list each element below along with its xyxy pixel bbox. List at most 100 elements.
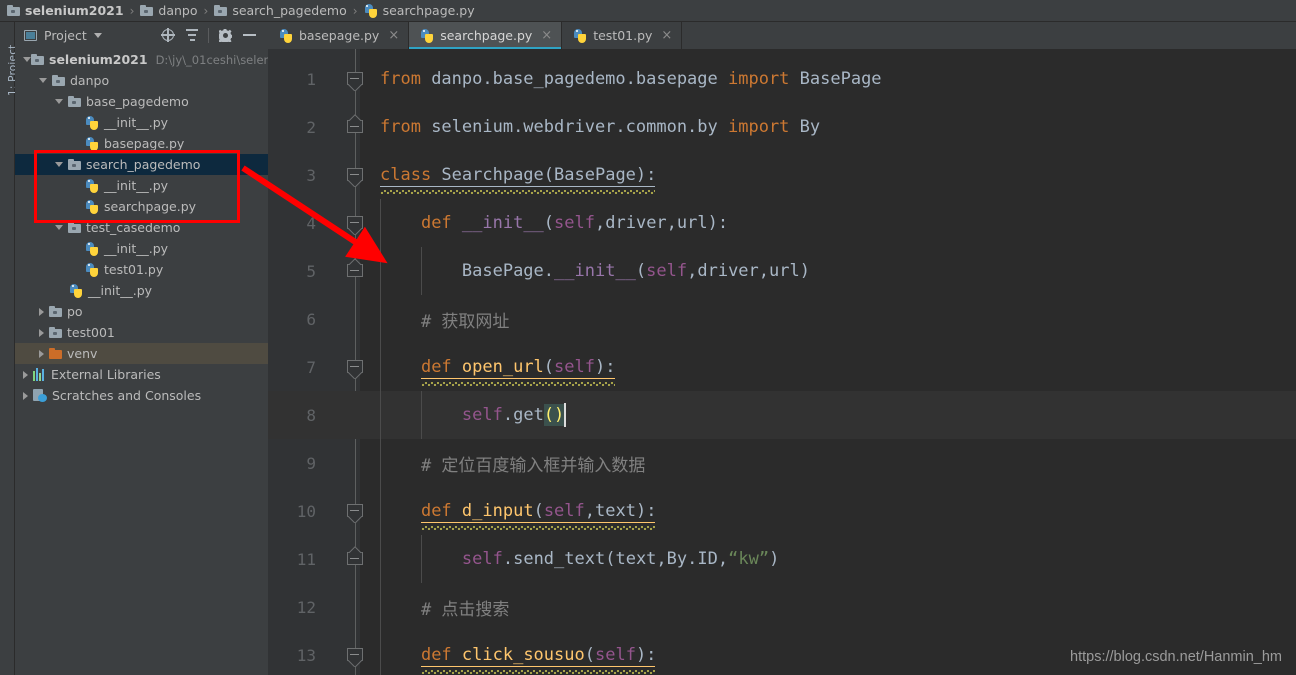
python-file-icon — [573, 28, 587, 43]
code-token: . — [502, 405, 514, 425]
tree-row---init---py[interactable]: __init__.py — [15, 112, 268, 133]
chevron-right-icon[interactable] — [39, 307, 44, 316]
code-token: import — [728, 69, 800, 89]
chevron-down-icon[interactable] — [55, 225, 63, 230]
code-line[interactable]: 11 self. send_text(text, By.ID, “kw”) — [268, 535, 1296, 583]
tree-row-searchpage-py[interactable]: searchpage.py — [15, 196, 268, 217]
code-token: self — [554, 357, 595, 377]
signature-underline — [420, 378, 615, 379]
folder-orange-icon — [49, 348, 62, 359]
tree-row-external-libraries[interactable]: External Libraries — [15, 364, 268, 385]
tree-row-label: __init__.py — [104, 241, 169, 256]
code-line[interactable]: 10 def d_input(self, text): — [268, 487, 1296, 535]
project-panel-toolbar: Project — [15, 22, 268, 48]
code-token: self — [554, 213, 595, 233]
editor-tab-test01-py[interactable]: test01.py × — [562, 22, 683, 49]
tree-row-label: External Libraries — [51, 367, 161, 382]
tree-row-danpo[interactable]: danpo — [15, 70, 268, 91]
project-tree[interactable]: selenium2021 D:\jy\_01ceshi\seleniur danpo… — [15, 49, 286, 406]
code-line[interactable]: 5 BasePage. __init__(self, driver, url) — [268, 247, 1296, 295]
breadcrumb-item-search-pagedemo[interactable]: search_pagedemo — [214, 3, 347, 18]
editor-tab-searchpage-py[interactable]: searchpage.py × — [409, 22, 563, 49]
toolbar-divider — [208, 27, 209, 43]
tree-row-test-casedemo[interactable]: test_casedemo — [15, 217, 268, 238]
code-line[interactable]: 6 # 获取网址 — [268, 295, 1296, 343]
code-line[interactable]: 2 from selenium.webdriver.common.by impor… — [268, 103, 1296, 151]
editor-area: basepage.py × searchpage.py × test01.py × 1 fr… — [268, 22, 1296, 675]
chevron-down-icon[interactable] — [23, 57, 31, 62]
gear-icon[interactable] — [213, 23, 237, 47]
project-title-group[interactable]: Project — [24, 28, 102, 43]
breadcrumb-item-danpo[interactable]: danpo — [140, 3, 198, 18]
chevron-right-icon[interactable] — [23, 370, 28, 379]
code-line-text: from danpo.base_pagedemo.basepage import… — [380, 55, 882, 103]
code-token: BasePage — [799, 69, 882, 89]
external-libraries-icon — [33, 368, 46, 381]
tree-row-label: basepage.py — [104, 136, 185, 151]
line-number: 8 — [306, 405, 316, 425]
code-token: driver — [605, 213, 667, 233]
tree-row-label: __init__.py — [104, 115, 169, 130]
tree-row-scratches-and-consoles[interactable]: Scratches and Consoles — [15, 385, 268, 406]
code-token: ( — [543, 213, 555, 233]
breadcrumb-item-searchpage-py[interactable]: searchpage.py — [364, 3, 475, 18]
code-token: def — [420, 645, 462, 665]
tree-row-selenium2021[interactable]: selenium2021 D:\jy\_01ceshi\seleniur — [15, 49, 286, 70]
folder-icon — [140, 5, 154, 16]
chevron-down-icon[interactable] — [55, 99, 63, 104]
tree-row-test001[interactable]: test001 — [15, 322, 268, 343]
scratches-icon — [33, 389, 47, 402]
code-editor[interactable]: 1 from danpo.base_pagedemo.basepage impor… — [268, 49, 1296, 675]
editor-tab-label: searchpage.py — [440, 28, 533, 43]
code-token: “kw” — [728, 549, 770, 569]
close-icon[interactable]: × — [541, 28, 552, 43]
python-file-icon — [364, 3, 378, 18]
code-token: # 点击搜索 — [380, 599, 510, 620]
chevron-right-icon[interactable] — [39, 328, 44, 337]
code-token: ): — [635, 165, 657, 185]
tree-row-venv[interactable]: venv — [15, 343, 268, 364]
code-line[interactable]: 12 # 点击搜索 — [268, 583, 1296, 631]
code-token: text — [595, 501, 636, 521]
code-line[interactable]: 3 class Searchpage(BasePage): — [268, 151, 1296, 199]
python-file-icon — [85, 262, 99, 277]
code-line[interactable]: 9 # 定位百度输入框并输入数据 — [268, 439, 1296, 487]
project-window-icon — [24, 29, 37, 41]
chevron-down-icon[interactable] — [39, 78, 47, 83]
code-lines[interactable]: 1 from danpo.base_pagedemo.basepage impor… — [268, 49, 1296, 675]
tree-row-base-pagedemo[interactable]: base_pagedemo — [15, 91, 268, 112]
chevron-right-icon[interactable] — [23, 391, 28, 400]
close-icon[interactable]: × — [388, 28, 399, 43]
code-token: , — [758, 261, 770, 281]
tree-row---init---py[interactable]: __init__.py — [15, 175, 268, 196]
breadcrumb-item-selenium2021[interactable]: selenium2021 — [7, 3, 124, 18]
tree-row-po[interactable]: po — [15, 301, 268, 322]
code-token: def — [420, 213, 462, 233]
tree-row---init---py[interactable]: __init__.py — [15, 238, 268, 259]
minimize-icon[interactable] — [237, 23, 261, 47]
editor-tab-basepage-py[interactable]: basepage.py × — [268, 22, 410, 49]
tree-row-label: search_pagedemo — [86, 157, 201, 172]
collapse-all-icon[interactable] — [180, 23, 204, 47]
tree-row-search-pagedemo[interactable]: search_pagedemo — [15, 154, 268, 175]
tree-row-label: selenium2021 — [49, 52, 148, 67]
breadcrumb-item-label: search_pagedemo — [232, 3, 347, 18]
code-line[interactable]: 7 def open_url(self): — [268, 343, 1296, 391]
chevron-down-icon[interactable] — [93, 32, 102, 38]
code-token: self — [461, 405, 503, 425]
indent-guide — [420, 247, 422, 295]
locate-icon[interactable] — [156, 23, 180, 47]
code-line[interactable]: 8 self. get() — [268, 391, 1296, 439]
tree-row---init---py[interactable]: __init__.py — [15, 280, 268, 301]
close-icon[interactable]: × — [661, 28, 672, 43]
chevron-down-icon[interactable] — [55, 162, 63, 167]
code-line[interactable]: 4 def __init__(self, driver, url): — [268, 199, 1296, 247]
tree-row-test01-py[interactable]: test01.py — [15, 259, 268, 280]
indent-guide — [380, 199, 381, 247]
tree-row-basepage-py[interactable]: basepage.py — [15, 133, 268, 154]
code-line[interactable]: 1 from danpo.base_pagedemo.basepage impor… — [268, 55, 1296, 103]
chevron-right-icon[interactable] — [39, 349, 44, 358]
